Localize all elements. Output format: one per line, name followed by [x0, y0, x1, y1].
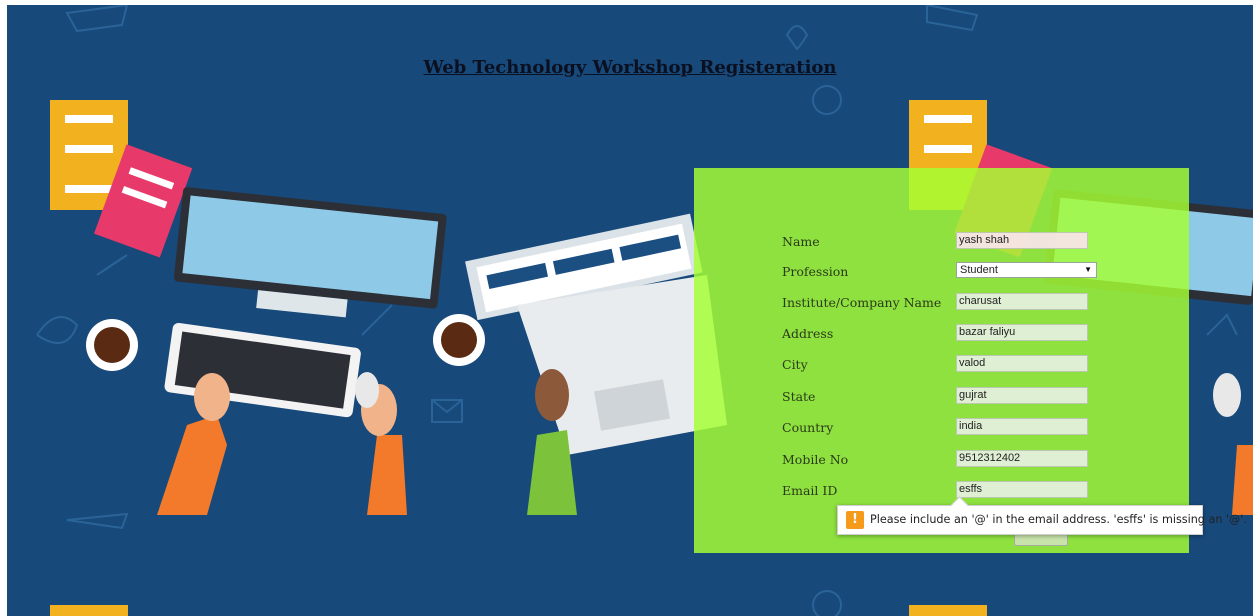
warning-icon: !: [846, 511, 864, 529]
validation-tooltip: ! Please include an '@' in the email add…: [837, 496, 1247, 535]
mobile-input[interactable]: 9512312402: [956, 450, 1088, 467]
email-input[interactable]: esffs: [956, 481, 1088, 498]
registration-form: Name yash shah Profession Student ▼ Inst…: [694, 168, 1189, 553]
form-row-name: Name yash shah: [782, 232, 1102, 252]
address-input[interactable]: bazar faliyu: [956, 324, 1088, 341]
validation-message: Please include an '@' in the email addre…: [870, 513, 1247, 526]
email-label: Email ID: [782, 483, 838, 498]
form-row-state: State gujrat: [782, 387, 1102, 407]
page-title: Web Technology Workshop Registeration: [423, 57, 837, 78]
state-label: State: [782, 389, 816, 404]
mobile-label: Mobile No: [782, 452, 849, 467]
city-input[interactable]: valod: [956, 355, 1088, 372]
country-label: Country: [782, 420, 834, 435]
form-row-mobile: Mobile No 9512312402: [782, 450, 1102, 470]
address-label: Address: [782, 326, 834, 341]
form-row-address: Address bazar faliyu: [782, 324, 1102, 344]
profession-select[interactable]: Student ▼: [956, 262, 1097, 278]
country-input[interactable]: india: [956, 418, 1088, 435]
form-row-profession: Profession Student ▼: [782, 262, 1102, 282]
form-row-institute: Institute/Company Name charusat: [782, 293, 1102, 313]
form-row-city: City valod: [782, 355, 1102, 375]
page: Web Technology Workshop Registeration Na…: [7, 5, 1253, 616]
name-input[interactable]: yash shah: [956, 232, 1088, 249]
form-row-email: Email ID esffs: [782, 481, 1102, 501]
institute-label: Institute/Company Name: [782, 295, 942, 310]
city-label: City: [782, 357, 808, 372]
form-row-country: Country india: [782, 418, 1102, 438]
institute-input[interactable]: charusat: [956, 293, 1088, 310]
state-input[interactable]: gujrat: [956, 387, 1088, 404]
profession-label: Profession: [782, 264, 849, 279]
profession-selected-value: Student: [960, 264, 998, 276]
name-label: Name: [782, 234, 820, 249]
chevron-down-icon: ▼: [1084, 265, 1092, 274]
